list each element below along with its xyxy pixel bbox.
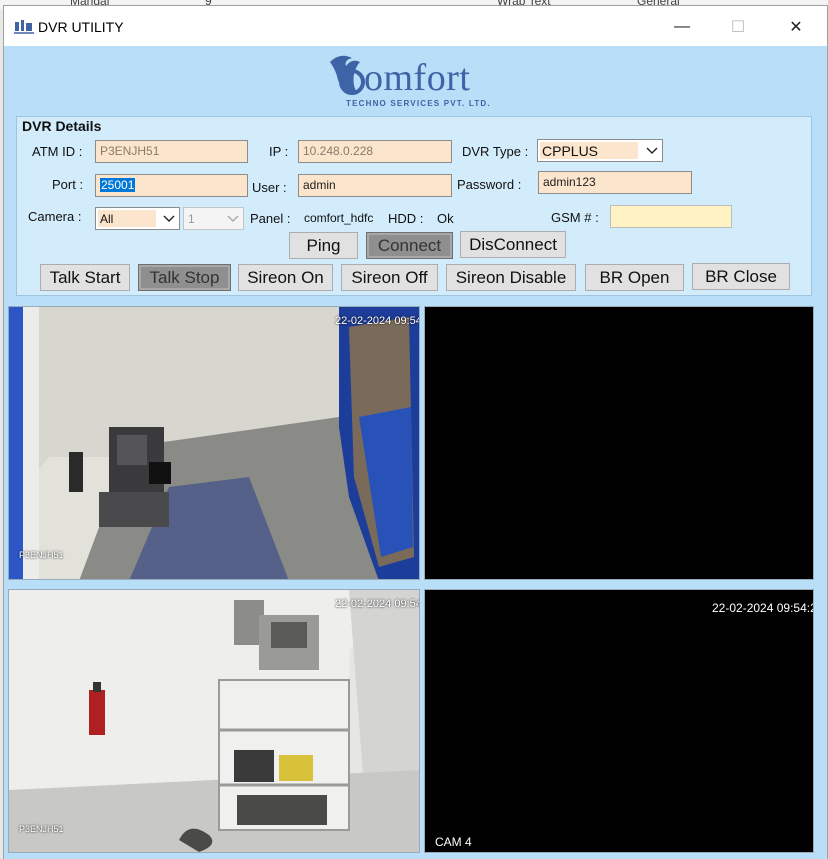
window-title: DVR UTILITY [38,19,124,35]
camera-feed-2[interactable] [424,306,814,580]
camera-value: All [98,210,156,227]
dvr-type-select[interactable]: CPPLUS [537,139,663,162]
disconnect-button[interactable]: DisConnect [460,231,566,258]
camera-select[interactable]: All [95,207,180,230]
company-logo: omfort TECHNO SERVICES PVT. LTD. [326,52,516,112]
camera-number-value: 1 [186,210,222,227]
camera-number-select[interactable]: 1 [183,207,244,230]
chevron-down-icon [642,140,662,161]
ip-field[interactable]: 10.248.0.228 [298,140,452,163]
atm-lobby-image [9,307,419,579]
port-field[interactable]: 25001 [95,174,248,197]
atm-id-label: ATM ID : [32,144,83,159]
user-label: User : [252,180,287,195]
hdd-value: Ok [437,211,454,226]
panel-label: Panel : [250,211,291,226]
br-open-button[interactable]: BR Open [585,264,684,291]
camera-feed-3[interactable]: 22-02-2024 09:54:28 P3ENJH51 [8,589,420,853]
talk-stop-button[interactable]: Talk Stop [138,264,231,291]
title-bar[interactable] [4,6,827,46]
camera-4-timestamp: 22-02-2024 09:54:28 [712,601,814,615]
logo-tagline: TECHNO SERVICES PVT. LTD. [346,99,491,108]
dvr-type-label: DVR Type : [462,144,529,159]
ip-label: IP : [269,144,289,159]
sireon-off-button[interactable]: Sireon Off [341,264,438,291]
app-icon [14,19,34,35]
connect-button[interactable]: Connect [366,232,453,259]
dvr-type-value: CPPLUS [540,142,638,159]
logo-brand: omfort [364,57,471,99]
camera-feed-4[interactable]: 22-02-2024 09:54:28 CAM 4 [424,589,814,853]
camera-1-timestamp: 22-02-2024 09:54:28 [335,315,419,327]
camera-1-name: P3ENJH51 [19,550,64,560]
camera-feed-1[interactable]: 22-02-2024 09:54:28 P3ENJH51 [8,306,420,580]
password-field[interactable]: admin123 [538,171,692,194]
port-value: 25001 [100,178,136,192]
gsm-field[interactable] [610,205,732,228]
camera-3-name: P3ENJH51 [19,824,64,834]
user-field[interactable]: admin [298,174,452,197]
port-label: Port : [52,177,84,192]
dvr-details-legend: DVR Details [22,118,102,134]
back-room-image [9,590,419,852]
close-icon: ✕ [789,19,803,36]
minimize-icon: — [674,18,690,35]
sireon-on-button[interactable]: Sireon On [238,264,333,291]
hdd-label: HDD : [388,211,424,226]
close-button[interactable]: ✕ [776,14,816,40]
br-close-button[interactable]: BR Close [692,263,790,290]
minimize-button[interactable]: — [662,14,702,40]
camera-label: Camera : [28,209,82,224]
password-label: Password : [457,177,522,192]
maximize-icon: ☐ [730,19,746,36]
camera-3-timestamp: 22-02-2024 09:54:28 [335,598,419,610]
talk-start-button[interactable]: Talk Start [40,264,130,291]
chevron-down-icon [223,208,243,229]
ping-button[interactable]: Ping [289,232,358,259]
chevron-down-icon [159,208,179,229]
camera-4-name: CAM 4 [435,835,472,849]
maximize-button[interactable]: ☐ [718,14,758,40]
sireon-disable-button[interactable]: Sireon Disable [446,264,576,291]
panel-value: comfort_hdfc [304,211,374,225]
gsm-label: GSM # : [551,210,599,225]
atm-id-field[interactable]: P3ENJH51 [95,140,248,163]
